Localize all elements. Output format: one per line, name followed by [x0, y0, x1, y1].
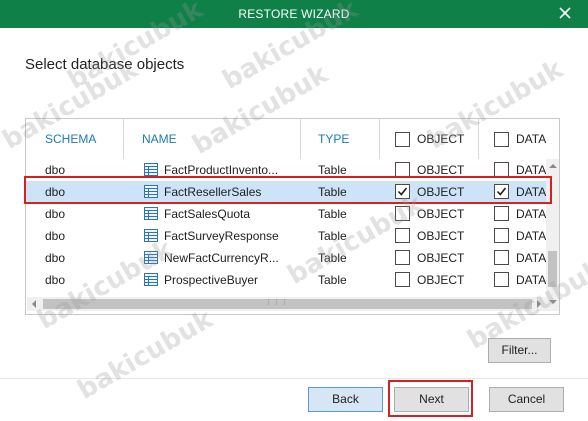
name-cell: FactResellerSales	[164, 185, 262, 199]
table-row[interactable]: dbo FactSurveyResponse Table OBJECT DATA	[26, 225, 559, 247]
column-header-type[interactable]: TYPE	[318, 119, 349, 159]
column-header-object: OBJECT	[417, 132, 465, 146]
data-label: DATA	[516, 273, 546, 287]
table-row[interactable]: dbo ProspectiveBuyer Table OBJECT DATA	[26, 269, 559, 291]
select-all-data-checkbox[interactable]	[494, 132, 509, 147]
table-icon	[144, 273, 158, 286]
schema-cell: dbo	[45, 185, 66, 199]
data-checkbox[interactable]	[494, 206, 509, 221]
object-checkbox[interactable]	[395, 228, 410, 243]
table-row[interactable]: dbo FactProductInvento... Table OBJECT DATA	[26, 159, 559, 181]
window-title: RESTORE WIZARD	[238, 7, 350, 21]
column-divider	[478, 119, 479, 159]
column-divider	[123, 119, 124, 159]
table-icon	[144, 229, 158, 242]
table-icon	[144, 207, 158, 220]
scroll-left-icon[interactable]	[31, 300, 37, 308]
close-icon[interactable]	[556, 4, 574, 22]
data-label: DATA	[516, 229, 546, 243]
table-icon	[144, 163, 158, 176]
object-checkbox[interactable]	[395, 206, 410, 221]
type-cell: Table	[318, 251, 347, 265]
watermark: bakicubuk	[72, 304, 219, 406]
object-checkbox[interactable]	[395, 184, 410, 199]
name-cell: FactProductInvento...	[164, 163, 279, 177]
object-checkbox[interactable]	[395, 272, 410, 287]
column-divider	[379, 119, 380, 159]
column-divider	[300, 119, 301, 159]
object-label: OBJECT	[417, 273, 465, 287]
data-checkbox[interactable]	[494, 272, 509, 287]
scroll-right-icon[interactable]	[536, 300, 542, 308]
scroll-up-icon[interactable]	[549, 163, 557, 169]
name-cell: ProspectiveBuyer	[164, 273, 259, 287]
table-row[interactable]: dbo NewFactCurrencyR... Table OBJECT DATA	[26, 247, 559, 269]
object-label: OBJECT	[417, 207, 465, 221]
vertical-scrollbar[interactable]	[546, 159, 559, 311]
type-cell: Table	[318, 273, 347, 287]
back-button[interactable]: Back	[308, 387, 383, 412]
name-cell: NewFactCurrencyR...	[164, 251, 279, 265]
footer-divider	[0, 378, 588, 379]
data-checkbox[interactable]	[494, 162, 509, 177]
object-checkbox[interactable]	[395, 162, 410, 177]
vertical-scroll-thumb[interactable]	[548, 251, 557, 287]
schema-cell: dbo	[45, 207, 66, 221]
object-label: OBJECT	[417, 163, 465, 177]
grid-header: SCHEMA NAME TYPE OBJECT DATA	[26, 119, 559, 159]
type-cell: Table	[318, 207, 347, 221]
page-heading: Select database objects	[25, 56, 185, 73]
data-label: DATA	[516, 251, 546, 265]
object-checkbox[interactable]	[395, 250, 410, 265]
object-label: OBJECT	[417, 251, 465, 265]
data-checkbox[interactable]	[494, 184, 509, 199]
scroll-down-icon[interactable]	[549, 299, 557, 305]
data-label: DATA	[516, 185, 546, 199]
data-label: DATA	[516, 207, 546, 221]
filter-button[interactable]: Filter...	[488, 338, 551, 363]
data-label: DATA	[516, 163, 546, 177]
column-header-name[interactable]: NAME	[142, 119, 177, 159]
table-icon	[144, 185, 158, 198]
object-label: OBJECT	[417, 185, 465, 199]
table-row[interactable]: dbo FactSalesQuota Table OBJECT DATA	[26, 203, 559, 225]
object-label: OBJECT	[417, 229, 465, 243]
schema-cell: dbo	[45, 163, 66, 177]
schema-cell: dbo	[45, 273, 66, 287]
column-header-data: DATA	[516, 132, 547, 146]
data-checkbox[interactable]	[494, 250, 509, 265]
type-cell: Table	[318, 229, 347, 243]
type-cell: Table	[318, 185, 347, 199]
horizontal-scrollbar[interactable]: ⋮⋮⋮	[27, 297, 546, 311]
name-cell: FactSurveyResponse	[164, 229, 279, 243]
name-cell: FactSalesQuota	[164, 207, 251, 221]
table-icon	[144, 251, 158, 264]
title-bar: RESTORE WIZARD	[0, 0, 588, 28]
schema-cell: dbo	[45, 229, 66, 243]
column-header-schema[interactable]: SCHEMA	[45, 119, 96, 159]
database-objects-grid: SCHEMA NAME TYPE OBJECT DATA dbo FactProd…	[25, 118, 560, 315]
table-row[interactable]: dbo FactResellerSales Table OBJECT DATA	[26, 181, 559, 203]
schema-cell: dbo	[45, 251, 66, 265]
data-checkbox[interactable]	[494, 228, 509, 243]
grip-icon: ⋮⋮⋮	[265, 299, 289, 306]
cancel-button[interactable]: Cancel	[489, 387, 564, 412]
type-cell: Table	[318, 163, 347, 177]
select-all-object-checkbox[interactable]	[395, 132, 410, 147]
next-button[interactable]: Next	[394, 387, 469, 412]
